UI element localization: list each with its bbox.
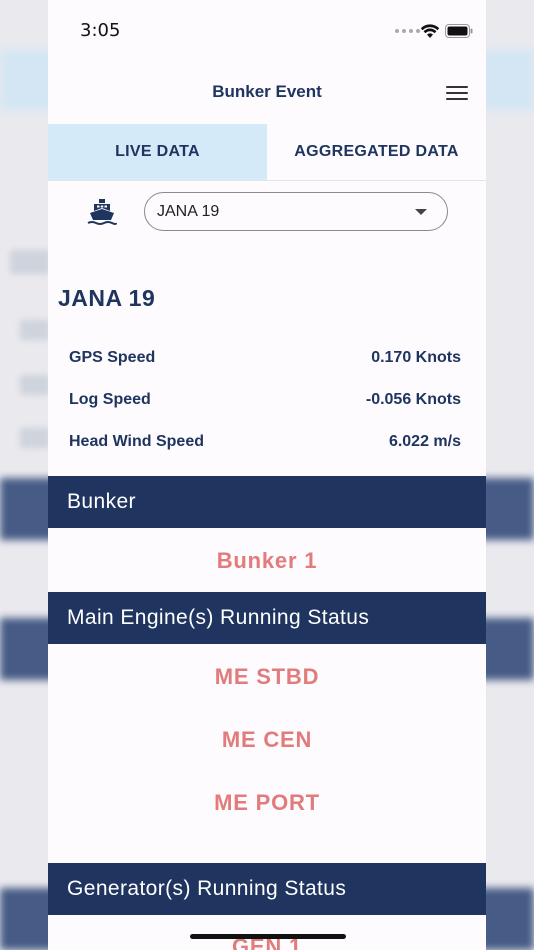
metric-label: GPS Speed xyxy=(69,349,156,366)
bunker-event-sheet: 3:05 Bunker Event LIVE DATA AGGREGATED D… xyxy=(48,0,486,950)
background-blur-panel xyxy=(480,50,534,110)
metric-label: Log Speed xyxy=(69,391,151,408)
status-time: 3:05 xyxy=(80,20,121,41)
vessel-name-heading: JANA 19 xyxy=(58,285,156,311)
background-blur-block xyxy=(10,250,50,274)
main-engine-section-header: Main Engine(s) Running Status xyxy=(48,592,486,644)
bunker-section-header: Bunker xyxy=(48,476,486,528)
vessel-select-value: JANA 19 xyxy=(157,202,220,220)
background-blur-block xyxy=(20,375,50,395)
tab-live-data[interactable]: LIVE DATA xyxy=(48,124,267,180)
home-indicator xyxy=(190,934,346,939)
ship-icon xyxy=(87,199,117,225)
bunker-item[interactable]: Bunker 1 xyxy=(48,548,486,574)
background-blur-block xyxy=(20,320,50,340)
metric-value: 6.022 m/s xyxy=(388,433,461,450)
app-header: Bunker Event xyxy=(48,62,486,122)
vessel-select[interactable]: JANA 19 xyxy=(144,192,448,231)
chevron-down-icon xyxy=(415,209,427,215)
metric-label: Head Wind Speed xyxy=(69,433,204,450)
wifi-icon xyxy=(420,24,440,38)
hamburger-menu-icon[interactable] xyxy=(446,82,470,102)
data-tabs: LIVE DATA AGGREGATED DATA xyxy=(48,124,486,181)
main-engine-item-cen[interactable]: ME CEN xyxy=(48,727,486,753)
background-blur-header xyxy=(478,888,534,950)
metric-value: -0.056 Knots xyxy=(365,391,461,408)
main-engine-item-stbd[interactable]: ME STBD xyxy=(48,664,486,690)
metric-gps-speed: GPS Speed 0.170 Knots xyxy=(69,349,461,373)
metric-log-speed: Log Speed -0.056 Knots xyxy=(69,391,461,415)
generator-section-header: Generator(s) Running Status xyxy=(48,863,486,915)
main-engine-item-port[interactable]: ME PORT xyxy=(48,790,486,816)
background-blur-header xyxy=(478,618,534,680)
status-bar: 3:05 xyxy=(48,0,486,60)
metric-head-wind-speed: Head Wind Speed 6.022 m/s xyxy=(69,433,461,457)
tab-aggregated-data[interactable]: AGGREGATED DATA xyxy=(267,124,486,180)
metric-value: 0.170 Knots xyxy=(371,349,461,366)
background-blur-header xyxy=(478,478,534,540)
battery-icon xyxy=(445,24,473,38)
cellular-signal-icon xyxy=(395,29,420,33)
page-title: Bunker Event xyxy=(212,82,322,101)
background-blur-block xyxy=(20,428,50,448)
